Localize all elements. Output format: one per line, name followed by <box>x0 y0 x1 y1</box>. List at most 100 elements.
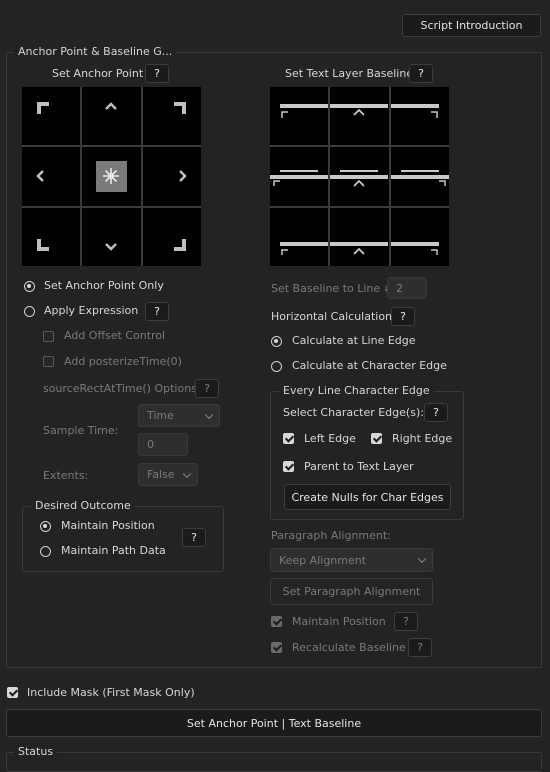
baseline-top-right-cell[interactable] <box>390 87 449 146</box>
anchor-center-cell[interactable] <box>82 147 141 206</box>
outcome-help-button[interactable]: ? <box>182 528 206 547</box>
apply-expression-help-button[interactable]: ? <box>145 302 169 321</box>
center-target-icon <box>96 161 128 193</box>
apply-expression-radio[interactable] <box>24 306 35 317</box>
status-legend: Status <box>14 745 58 758</box>
horizontal-calc-label: Horizontal Calculation: <box>271 310 396 323</box>
right-edge-checkbox[interactable] <box>371 433 382 444</box>
sample-time-dropdown[interactable]: Time <box>138 404 220 427</box>
anchor-bottom-left-cell[interactable] <box>22 207 81 266</box>
baseline-top-left-icon <box>280 104 328 118</box>
baseline-top-cell[interactable] <box>330 87 389 146</box>
extents-dropdown[interactable]: False <box>138 463 198 486</box>
left-edge-checkbox[interactable] <box>283 433 294 444</box>
baseline-top-left-cell[interactable] <box>270 87 329 146</box>
baseline-center-cell[interactable] <box>330 147 389 206</box>
script-introduction-button[interactable]: Script Introduction <box>402 14 541 37</box>
anchor-point-grid <box>22 87 201 266</box>
baseline-top-icon <box>330 104 389 116</box>
set-anchor-only-label: Set Anchor Point Only <box>44 279 164 292</box>
calc-char-edge-radio[interactable] <box>271 361 282 372</box>
every-line-legend: Every Line Character Edge <box>279 384 434 397</box>
set-paragraph-alignment-button[interactable]: Set Paragraph Alignment <box>270 578 433 605</box>
extents-label: Extents: <box>43 469 89 482</box>
baseline-line-label: Set Baseline to Line #: <box>271 282 397 295</box>
include-mask-checkbox[interactable] <box>7 687 18 698</box>
paragraph-alignment-dropdown[interactable]: Keep Alignment <box>270 548 433 572</box>
maintain-path-label: Maintain Path Data <box>61 544 166 557</box>
baseline-bottom-right-icon <box>390 241 439 255</box>
calc-line-edge-label: Calculate at Line Edge <box>292 334 416 347</box>
chevron-left-icon <box>36 170 44 183</box>
corner-bottom-left-icon <box>37 238 49 251</box>
maintain-position-checkbox[interactable] <box>271 616 282 627</box>
left-edge-label: Left Edge <box>304 432 356 445</box>
anchor-bottom-right-cell[interactable] <box>142 207 201 266</box>
anchor-top-left-cell[interactable] <box>22 87 81 146</box>
anchor-help-button[interactable]: ? <box>145 64 169 83</box>
set-anchor-point-title: Set Anchor Point <box>52 67 144 80</box>
baseline-grid <box>270 87 449 266</box>
select-edges-help-button[interactable]: ? <box>424 403 448 422</box>
set-anchor-baseline-button[interactable]: Set Anchor Point | Text Baseline <box>6 709 542 737</box>
add-offset-label: Add Offset Control <box>64 329 166 342</box>
paragraph-maintain-help-button[interactable]: ? <box>394 612 418 631</box>
anchor-left-cell[interactable] <box>22 147 81 206</box>
right-edge-label: Right Edge <box>392 432 453 445</box>
parent-text-layer-label: Parent to Text Layer <box>304 460 414 473</box>
baseline-top-right-icon <box>390 104 439 118</box>
anchor-top-cell[interactable] <box>82 87 141 146</box>
set-text-baseline-title: Set Text Layer Baseline <box>285 67 414 80</box>
baseline-help-button[interactable]: ? <box>409 64 433 83</box>
extents-value: False <box>147 468 175 481</box>
baseline-bottom-left-cell[interactable] <box>270 207 329 266</box>
anchor-top-right-cell[interactable] <box>142 87 201 146</box>
parent-text-layer-checkbox[interactable] <box>283 461 294 472</box>
add-posterize-label: Add posterizeTime(0) <box>64 355 182 368</box>
source-rect-help-button[interactable]: ? <box>195 379 219 398</box>
status-panel <box>6 752 542 772</box>
maintain-position-radio[interactable] <box>40 521 51 532</box>
add-offset-checkbox[interactable] <box>43 331 54 342</box>
calc-line-edge-radio[interactable] <box>271 336 282 347</box>
baseline-bottom-left-icon <box>280 241 328 255</box>
create-nulls-button[interactable]: Create Nulls for Char Edges <box>284 484 451 510</box>
select-edges-label: Select Character Edge(s): <box>283 406 424 419</box>
baseline-center-icon <box>330 170 389 187</box>
desired-outcome-legend: Desired Outcome <box>31 499 135 512</box>
anchor-right-cell[interactable] <box>142 147 201 206</box>
chevron-down-icon <box>417 554 427 564</box>
horizontal-calc-help-button[interactable]: ? <box>391 307 415 326</box>
paragraph-alignment-label: Paragraph Alignment: <box>271 529 391 542</box>
baseline-bottom-icon <box>330 241 389 255</box>
recalc-baseline-checkbox[interactable] <box>271 642 282 653</box>
anchor-bottom-cell[interactable] <box>82 207 141 266</box>
chevron-right-icon <box>178 170 187 183</box>
recalc-baseline-help-button[interactable]: ? <box>408 638 432 657</box>
chevron-up-icon <box>105 102 118 110</box>
sample-time-number-field[interactable]: 0 <box>138 433 188 456</box>
chevron-down-icon <box>204 410 214 419</box>
maintain-path-radio[interactable] <box>40 546 51 557</box>
baseline-bottom-cell[interactable] <box>330 207 389 266</box>
sample-time-value: Time <box>147 409 174 422</box>
source-rect-label: sourceRectAtTime() Options: <box>43 382 201 395</box>
baseline-left-icon <box>270 170 328 187</box>
corner-top-left-icon <box>37 102 49 114</box>
baseline-right-icon <box>390 170 449 187</box>
baseline-left-cell[interactable] <box>270 147 329 206</box>
maintain-position-label: Maintain Position <box>61 519 155 532</box>
corner-bottom-right-icon <box>173 238 186 251</box>
chevron-down-icon <box>105 242 118 251</box>
corner-top-right-icon <box>173 102 186 114</box>
paragraph-alignment-value: Keep Alignment <box>279 553 367 567</box>
paragraph-maintain-position-label: Maintain Position <box>292 615 386 628</box>
add-posterize-checkbox[interactable] <box>43 356 54 367</box>
baseline-right-cell[interactable] <box>390 147 449 206</box>
chevron-down-icon <box>182 469 192 478</box>
baseline-line-field[interactable]: 2 <box>387 277 427 299</box>
baseline-bottom-right-cell[interactable] <box>390 207 449 266</box>
set-anchor-only-radio[interactable] <box>24 281 35 292</box>
sample-time-label: Sample Time: <box>43 424 119 437</box>
apply-expression-label: Apply Expression <box>44 304 139 317</box>
